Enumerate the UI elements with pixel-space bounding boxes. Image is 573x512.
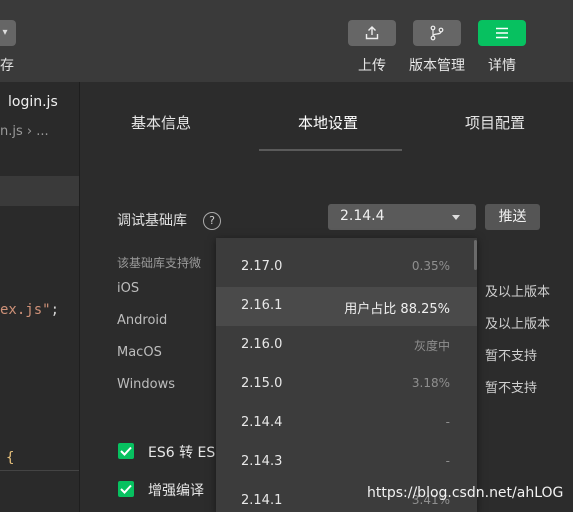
option-version: 2.14.4 [241,415,283,430]
os-macos-status: 暂不支持 [485,349,538,364]
caret-down-icon [452,215,460,220]
os-android-label: Android [117,313,168,328]
code-brace: { [6,450,15,466]
selected-version: 2.14.4 [340,208,385,224]
version-option[interactable]: 2.17.0 0.35% [216,248,477,287]
editor-tab-login[interactable]: login.js [8,94,58,110]
upload-label: 上传 [358,58,386,74]
version-option[interactable]: 2.16.1 用户占比 88.25% [216,287,477,326]
editor-divider [0,470,79,471]
option-version: 2.14.1 [241,493,283,508]
dropdown-scrollbar[interactable] [474,240,477,270]
option-share: 灰度中 [413,339,450,353]
code-line: ex.js"; [0,302,59,318]
push-button[interactable]: 推送 [485,204,540,230]
debug-lib-label: 调试基础库 [117,213,187,229]
version-option[interactable]: 2.14.3 - [216,443,477,482]
es6-checkbox[interactable] [118,443,134,459]
save-label: 存 [0,58,14,74]
help-icon[interactable]: ? [203,212,221,230]
menu-icon [496,27,508,39]
es6-label: ES6 转 ES [148,445,216,461]
option-share: - [445,415,450,429]
details-label: 详情 [488,58,516,74]
option-share: 3.18% [411,376,450,390]
os-ios-label: iOS [117,281,140,296]
lib-support-text: 该基础库支持微 [117,256,202,270]
os-android-status: 及以上版本 [485,317,551,332]
watermark: https://blog.csdn.net/ahLOG [367,485,564,501]
lib-version-select[interactable]: 2.14.4 [328,204,476,230]
current-line-highlight [0,176,79,206]
branch-icon [430,25,444,41]
tab-basic-info[interactable]: 基本信息 [131,112,191,133]
check-icon [120,484,132,494]
version-management-label: 版本管理 [409,58,465,74]
option-share: 用户占比 88.25% [344,302,450,317]
version-option[interactable]: 2.16.0 灰度中 [216,326,477,365]
option-version: 2.17.0 [241,259,283,274]
breadcrumb[interactable]: n.js › ... [0,124,49,139]
version-dropdown-list: 2.17.0 0.35% 2.16.1 用户占比 88.25% 2.16.0 灰… [216,238,477,512]
tab-project-config[interactable]: 项目配置 [465,112,525,133]
version-management-button[interactable] [413,20,461,46]
code-editor: login.js n.js › ... ex.js"; { [0,82,79,512]
option-version: 2.16.0 [241,337,283,352]
enhanced-compile-label: 增强编译 [148,483,204,499]
os-ios-status: 及以上版本 [485,285,551,300]
os-macos-label: MacOS [117,345,162,360]
os-windows-status: 暂不支持 [485,381,538,396]
option-version: 2.14.3 [241,454,283,469]
save-dropdown-button[interactable]: ▾ [0,20,16,46]
top-toolbar: ▾ 存 上传 版本管理 详情 [0,0,573,82]
option-share: - [445,454,450,468]
option-version: 2.15.0 [241,376,283,391]
option-share: 0.35% [411,259,450,273]
tab-local-settings[interactable]: 本地设置 [298,112,358,133]
option-version: 2.16.1 [241,298,283,313]
code-string: ex.js" [0,302,51,318]
details-button[interactable] [478,20,526,46]
enhanced-compile-checkbox[interactable] [118,481,134,497]
upload-button[interactable] [348,20,396,46]
code-semicolon: ; [50,302,60,318]
active-tab-indicator [259,149,402,151]
version-option[interactable]: 2.15.0 3.18% [216,365,477,404]
version-option[interactable]: 2.14.4 - [216,404,477,443]
upload-icon [365,26,379,40]
check-icon [120,446,132,456]
os-windows-label: Windows [117,377,176,392]
